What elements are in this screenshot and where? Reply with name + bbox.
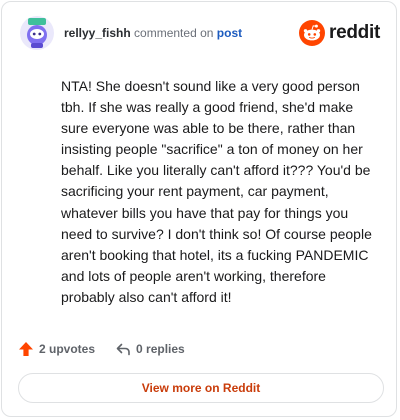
reply-button[interactable]: 0 replies [115,341,185,357]
upvote-count: 2 upvotes [39,342,96,356]
post-link[interactable]: post [217,26,242,40]
upvote-arrow-icon [19,342,33,356]
reddit-brand[interactable]: reddit [299,20,380,46]
reply-arrow-icon [116,343,130,356]
comment-meta: rellyy_fishh commented on post [64,26,242,40]
snoo-avatar-icon [20,16,54,50]
reply-count: 0 replies [136,342,185,356]
reddit-logo-icon [299,20,326,46]
comment-header: rellyy_fishh commented on post reddit [20,16,380,54]
upvote-button[interactable]: 2 upvotes [18,341,95,357]
view-more-button[interactable]: View more on Reddit [18,373,384,403]
comment-body: NTA! She doesn't sound like a very good … [61,78,372,305]
avatar[interactable] [20,16,54,50]
reddit-wordmark: reddit [329,22,380,43]
username[interactable]: rellyy_fishh [64,26,131,40]
commented-on-label: commented on [134,26,214,40]
comment-embed-card: rellyy_fishh commented on post reddit NT… [1,1,397,417]
comment-actions: 2 upvotes 0 replies [18,338,185,360]
